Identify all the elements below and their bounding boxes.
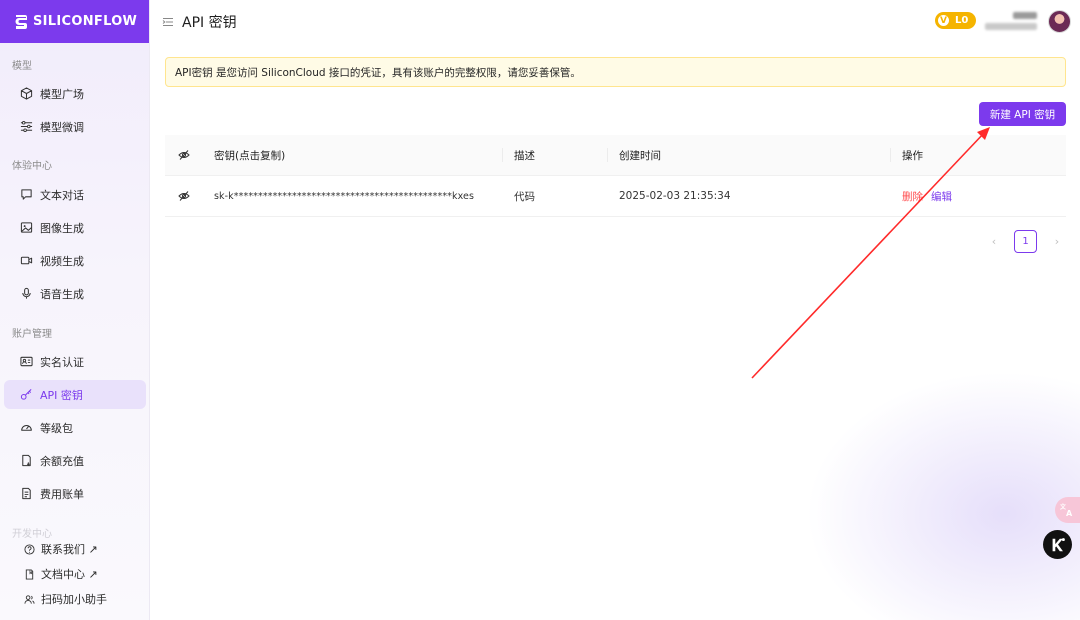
column-header-created: 创建时间 [607, 148, 890, 163]
sidebar-link-label: 扫码加小助手 [41, 593, 107, 606]
sidebar-item-label: 实名认证 [40, 355, 84, 369]
recharge-icon [20, 454, 33, 467]
sidebar-item-label: 文本对话 [40, 188, 84, 202]
page-number-current[interactable]: 1 [1014, 230, 1037, 253]
gauge-icon [20, 421, 33, 434]
avatar[interactable] [1048, 10, 1071, 33]
sidebar-link-contact[interactable]: 联系我们 ↗ [4, 538, 146, 560]
api-key-notice: API密钥 是您访问 SiliconCloud 接口的凭证，具有该账户的完整权限… [165, 57, 1066, 87]
sidebar-item-label: 模型广场 [40, 87, 84, 101]
sidebar-item-image-gen[interactable]: 图像生成 [4, 213, 146, 242]
section-title-models: 模型 [12, 61, 32, 72]
siliconflow-logo-icon [15, 14, 27, 29]
cube-icon [20, 87, 33, 100]
translate-button[interactable]: 文A [1055, 497, 1080, 523]
row-actions: 删除 编辑 [890, 189, 1066, 204]
sidebar-link-docs[interactable]: 文档中心 ↗ [4, 563, 146, 585]
toggle-all-visibility[interactable] [165, 149, 202, 161]
annotation-arrow [751, 127, 990, 379]
key-created-at: 2025-02-03 21:35:34 [619, 190, 731, 202]
sidebar-item-recharge[interactable]: 余额充值 [4, 446, 146, 475]
sidebar-item-label: 费用账单 [40, 487, 84, 501]
sidebar-item-verification[interactable]: 实名认证 [4, 347, 146, 376]
sidebar-item-text-chat[interactable]: 文本对话 [4, 180, 146, 209]
column-header-key: 密钥(点击复制) [214, 149, 286, 162]
menu-collapse-icon[interactable] [162, 16, 174, 28]
sidebar: SILICONFLOW 模型 模型广场 模型微调 体验中心 文本对话 图像生成 … [0, 0, 150, 620]
svg-text:A: A [1066, 509, 1073, 517]
translate-icon: 文A [1060, 503, 1073, 517]
level-badge[interactable]: V L0 [935, 12, 976, 29]
sidebar-item-label: 等级包 [40, 421, 73, 435]
key-icon [20, 388, 33, 401]
document-icon [25, 568, 34, 580]
sidebar-item-label: 语音生成 [40, 287, 84, 301]
key-description: 代码 [514, 190, 535, 203]
bill-icon [20, 487, 33, 500]
section-title-account: 账户管理 [12, 329, 52, 340]
prev-page-button[interactable]: ‹ [983, 231, 1005, 253]
sidebar-item-level-package[interactable]: 等级包 [4, 413, 146, 442]
sidebar-item-video-gen[interactable]: 视频生成 [4, 246, 146, 275]
sidebar-item-label: 余额充值 [40, 454, 84, 468]
sidebar-item-speech-gen[interactable]: 语音生成 [4, 279, 146, 308]
people-icon [24, 594, 35, 604]
sidebar-item-model-square[interactable]: 模型广场 [4, 79, 146, 108]
api-key-value[interactable]: sk-k************************************… [202, 191, 502, 202]
next-page-button[interactable]: › [1046, 231, 1068, 253]
sliders-icon [20, 120, 33, 133]
sidebar-item-model-finetune[interactable]: 模型微调 [4, 112, 146, 141]
sidebar-item-api-keys[interactable]: API 密钥 [4, 380, 146, 409]
sidebar-item-label: 模型微调 [40, 120, 84, 134]
sidebar-item-label: 视频生成 [40, 254, 84, 268]
brand-logo[interactable]: SILICONFLOW [0, 0, 149, 43]
eye-off-icon [177, 150, 190, 160]
notice-text: API密钥 是您访问 SiliconCloud 接口的凭证，具有该账户的完整权限… [175, 66, 581, 79]
video-icon [20, 254, 33, 267]
sidebar-link-assistant[interactable]: 扫码加小助手 [4, 588, 146, 610]
user-info-blurred[interactable] [985, 10, 1041, 32]
sidebar-link-label: 联系我们 ↗ [41, 543, 98, 556]
vip-icon: V [936, 13, 951, 28]
new-api-key-button[interactable]: 新建 API 密钥 [979, 102, 1066, 126]
k-logo-icon [1052, 537, 1065, 551]
level-label: L0 [955, 15, 969, 26]
pagination: ‹ 1 › [983, 230, 1068, 253]
background-glow [790, 360, 1080, 620]
sidebar-link-label: 文档中心 ↗ [41, 568, 98, 581]
section-title-playground: 体验中心 [12, 161, 52, 172]
delete-key-link[interactable]: 删除 [902, 189, 923, 204]
table-row: sk-k************************************… [165, 176, 1066, 217]
table-header: 密钥(点击复制) 描述 创建时间 操作 [165, 135, 1066, 176]
sidebar-item-billing[interactable]: 费用账单 [4, 479, 146, 508]
chat-icon [20, 188, 33, 201]
column-header-actions: 操作 [890, 148, 1066, 163]
help-icon [24, 543, 35, 555]
sidebar-item-label: 图像生成 [40, 221, 84, 235]
mic-icon [20, 287, 33, 300]
api-keys-table: 密钥(点击复制) 描述 创建时间 操作 sk-k****************… [165, 135, 1066, 217]
image-icon [20, 221, 33, 234]
assistant-fab[interactable] [1043, 530, 1072, 559]
page-title: API 密钥 [182, 14, 237, 31]
eye-off-icon [177, 191, 190, 201]
id-card-icon [20, 355, 33, 368]
sidebar-item-label: API 密钥 [40, 388, 83, 402]
toggle-key-visibility[interactable] [165, 190, 202, 202]
brand-name: SILICONFLOW [33, 14, 138, 29]
edit-key-link[interactable]: 编辑 [931, 189, 952, 204]
column-header-description: 描述 [502, 148, 607, 163]
